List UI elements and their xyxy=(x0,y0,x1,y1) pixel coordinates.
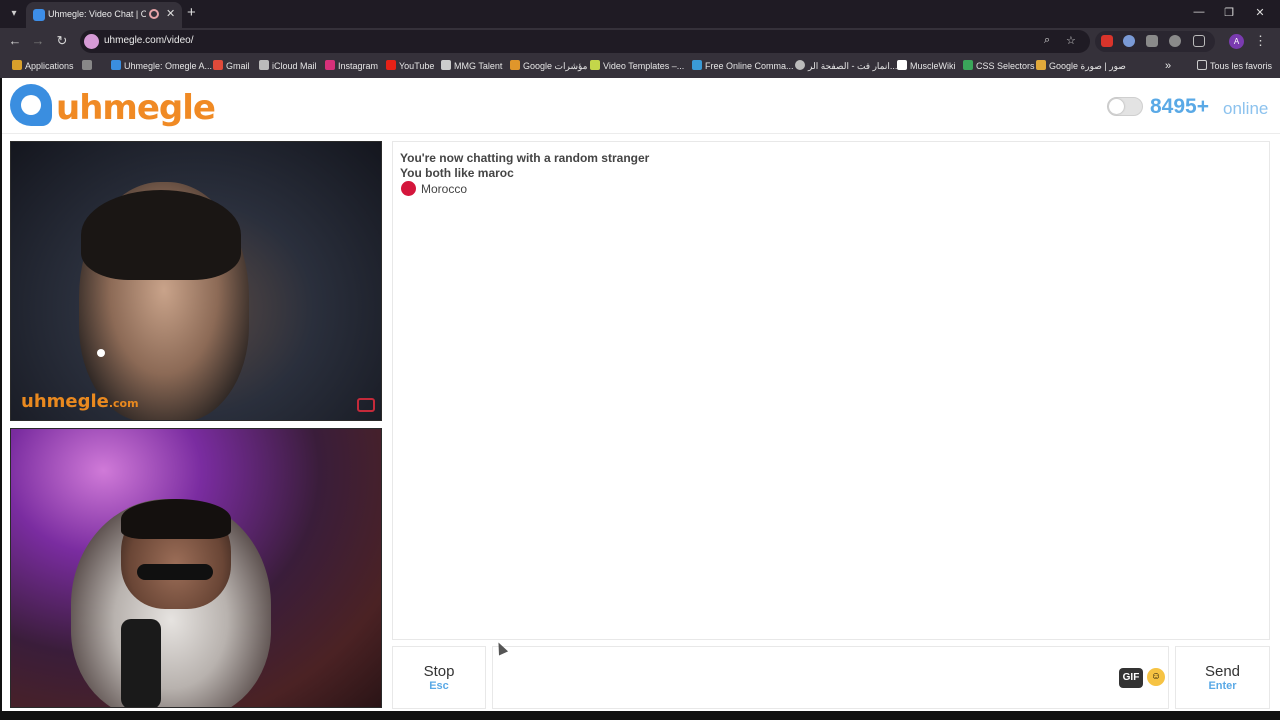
gmail-icon xyxy=(213,60,223,70)
close-window-button[interactable]: ✕ xyxy=(1253,6,1267,19)
bookmark-item[interactable]: Applications xyxy=(12,60,74,73)
logo-text: uhmegle xyxy=(56,88,216,128)
self-hair xyxy=(121,499,231,539)
apple-icon xyxy=(259,60,269,70)
country-name: Morocco xyxy=(421,182,468,196)
uhmegle-favicon-icon xyxy=(111,60,121,70)
bookmark-item[interactable]: Instagram xyxy=(325,60,378,73)
chat-log: You're now chatting with a random strang… xyxy=(392,141,1270,640)
folder-icon xyxy=(1197,60,1207,70)
gif-button[interactable]: GIF xyxy=(1119,668,1143,688)
system-message: You're now chatting with a random strang… xyxy=(400,151,650,165)
stop-shortcut: Esc xyxy=(429,680,449,692)
apps-grid-button[interactable] xyxy=(82,60,95,73)
apps-grid-icon xyxy=(12,60,22,70)
globe-icon xyxy=(795,60,805,70)
logo-chat-bubble-icon xyxy=(10,84,52,126)
camera-indicator-icon xyxy=(97,349,105,357)
bookmark-item[interactable]: iCloud Mail xyxy=(259,60,317,73)
extension-4-icon[interactable] xyxy=(1169,35,1181,47)
instagram-icon xyxy=(325,60,335,70)
video-watermark: uhmegle.com xyxy=(21,391,139,412)
sunglasses-icon xyxy=(137,564,213,580)
profile-avatar[interactable]: A xyxy=(1229,34,1244,49)
extension-2-icon[interactable] xyxy=(1123,35,1135,47)
stranger-video: uhmegle.com xyxy=(10,141,382,421)
country-flag-icon xyxy=(401,181,416,196)
stranger-hair xyxy=(81,190,241,280)
bookmark-item[interactable]: Free Online Comma... xyxy=(692,60,794,73)
recording-indicator-icon xyxy=(149,9,159,19)
extension-3-icon[interactable] xyxy=(1146,35,1158,47)
grid-icon xyxy=(82,60,92,70)
message-input[interactable]: GIF ☺ xyxy=(492,646,1169,709)
w3schools-icon xyxy=(963,60,973,70)
more-bookmarks-icon[interactable]: » xyxy=(1165,60,1171,73)
url-text: uhmegle.com/video/ xyxy=(104,35,194,46)
system-message: You both like maroc xyxy=(400,166,514,180)
online-label: online xyxy=(1223,99,1269,118)
send-label: Send xyxy=(1204,663,1241,680)
bookmark-item[interactable]: Google مؤشرات xyxy=(510,60,587,73)
trends-icon xyxy=(510,60,520,70)
restore-button[interactable]: ❐ xyxy=(1222,6,1236,19)
bookmark-item[interactable]: MMG Talent xyxy=(441,60,502,73)
extensions-puzzle-icon[interactable] xyxy=(1193,35,1205,47)
close-tab-icon[interactable]: ✕ xyxy=(166,7,175,20)
bookmark-item[interactable]: MuscleWiki xyxy=(897,60,956,73)
bookmarks-bar: Applications Uhmegle: Omegle A... Gmail … xyxy=(0,55,1280,78)
back-button[interactable]: ← xyxy=(7,33,23,48)
browser-menu-icon[interactable]: ⋮ xyxy=(1254,33,1267,49)
bookmark-item[interactable]: Gmail xyxy=(213,60,250,73)
address-bar[interactable]: uhmegle.com/video/ ⌕ ☆ xyxy=(80,30,1090,53)
bookmark-item[interactable]: YouTube xyxy=(386,60,434,73)
bookmark-item[interactable]: انمار فت - الصفحة الر... xyxy=(795,60,897,73)
emoji-icon[interactable]: ☺ xyxy=(1147,668,1165,686)
reload-button[interactable]: ↻ xyxy=(54,33,70,49)
online-count: 8495+ xyxy=(1150,95,1209,118)
site-info-icon[interactable] xyxy=(84,34,99,49)
bookmark-item[interactable]: Video Templates –... xyxy=(590,60,684,73)
send-button[interactable]: Send Enter xyxy=(1175,646,1270,709)
browser-toolbar: ← → ↻ uhmegle.com/video/ ⌕ ☆ A ⋮ xyxy=(0,28,1280,55)
tab-title: Uhmegle: Video Chat | Ome xyxy=(48,9,146,19)
command-icon xyxy=(692,60,702,70)
stop-label: Stop xyxy=(423,663,455,680)
bookmark-star-icon[interactable]: ☆ xyxy=(1066,34,1076,47)
new-tab-button[interactable]: + xyxy=(187,4,196,21)
forward-button[interactable]: → xyxy=(30,33,46,48)
window-bottom-edge xyxy=(0,711,1280,720)
bookmark-folder[interactable]: Tous les favoris xyxy=(1197,60,1272,73)
toggle-knob xyxy=(1109,99,1124,114)
tab-search-icon[interactable]: ▾ xyxy=(6,6,22,22)
envato-icon xyxy=(590,60,600,70)
extensions-area xyxy=(1095,31,1215,52)
google-icon xyxy=(1036,60,1046,70)
stop-button[interactable]: Stop Esc xyxy=(392,646,486,709)
theme-toggle[interactable] xyxy=(1107,97,1143,116)
bookmark-item[interactable]: Google صور | صورة xyxy=(1036,60,1126,73)
report-flag-icon[interactable] xyxy=(357,398,375,412)
header-divider xyxy=(2,133,1280,134)
musclewiki-icon xyxy=(897,60,907,70)
microphone-icon xyxy=(121,619,161,707)
uhmegle-favicon-icon xyxy=(33,9,45,21)
minimize-button[interactable]: — xyxy=(1192,6,1206,18)
send-shortcut: Enter xyxy=(1208,680,1237,692)
active-tab[interactable]: Uhmegle: Video Chat | Ome ✕ xyxy=(26,2,182,28)
youtube-icon xyxy=(386,60,396,70)
bookmark-item[interactable]: Uhmegle: Omegle A... xyxy=(111,60,212,73)
mmg-icon xyxy=(441,60,451,70)
extension-1-icon[interactable] xyxy=(1101,35,1113,47)
page-content: uhmegle 8495+ online uhmegle.com You're … xyxy=(0,78,1280,720)
zoom-icon[interactable]: ⌕ xyxy=(1044,34,1050,47)
bookmark-item[interactable]: CSS Selectors xyxy=(963,60,1035,73)
browser-tab-bar: ▾ Uhmegle: Video Chat | Ome ✕ + — ❐ ✕ xyxy=(0,0,1280,28)
self-video xyxy=(10,428,382,708)
